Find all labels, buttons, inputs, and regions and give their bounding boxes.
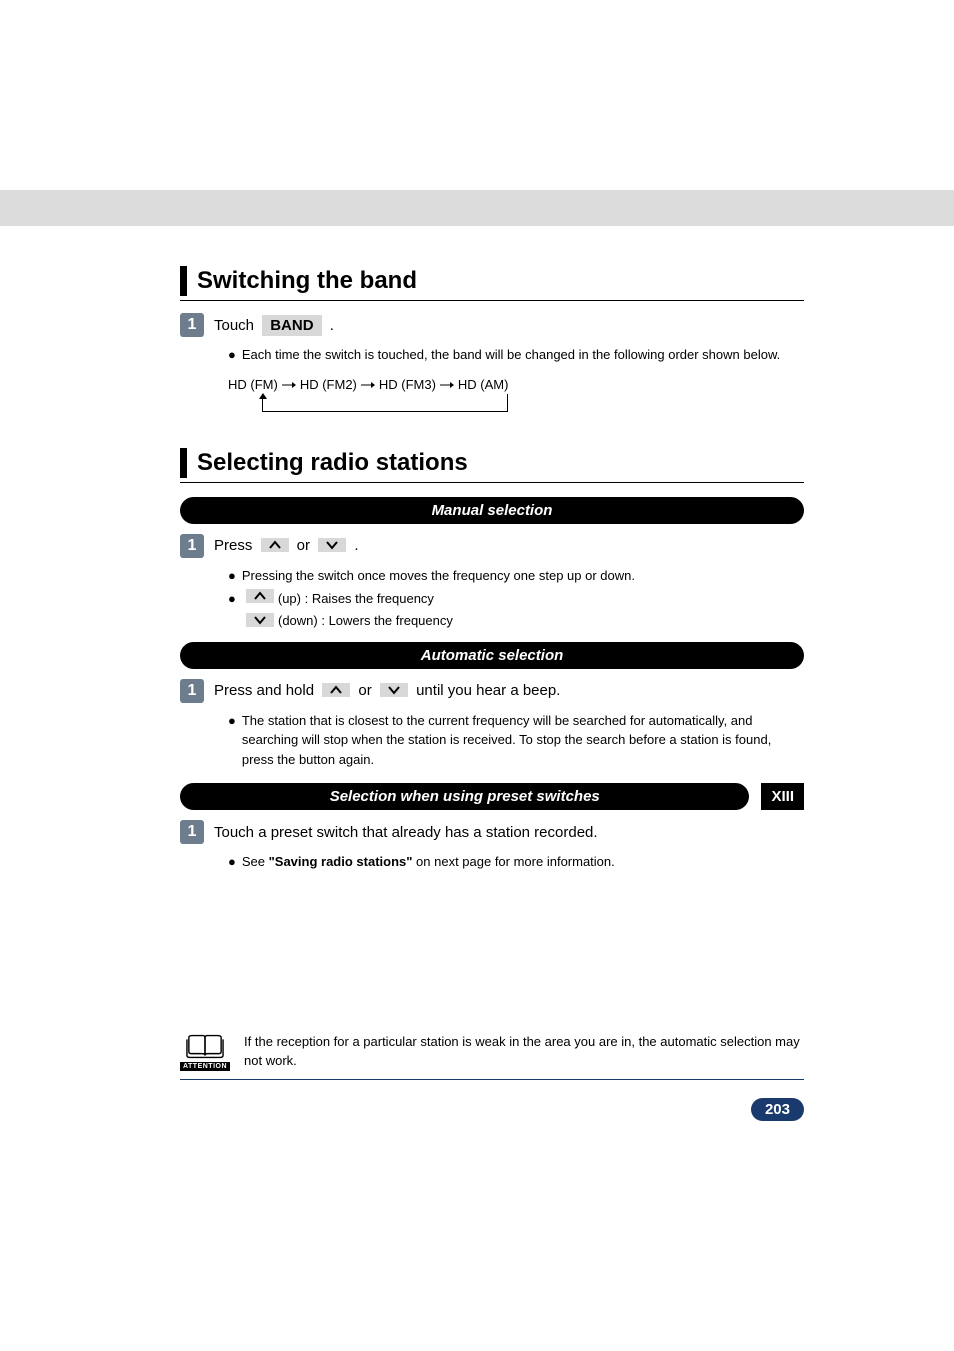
page-number-wrap: 203 xyxy=(180,1098,804,1121)
page-content: Switching the band 1 Touch BAND . ● Each… xyxy=(0,226,954,1121)
bullet-text: Each time the switch is touched, the ban… xyxy=(242,345,780,365)
chevron-down-icon[interactable] xyxy=(380,683,408,697)
bullet-suffix: on next page for more information. xyxy=(412,854,614,869)
step-text: Press and hold or until you hear a beep. xyxy=(214,682,560,699)
chevron-down-icon[interactable] xyxy=(318,538,346,552)
step-suffix: . xyxy=(326,317,334,334)
bullet-text: Pressing the switch once moves the frequ… xyxy=(242,566,635,586)
attention-note: ATTENTION If the reception for a particu… xyxy=(180,1032,804,1080)
step-prefix: Touch xyxy=(214,317,258,334)
subsection-manual-selection: Manual selection xyxy=(180,497,804,524)
step-row-press-hold: 1 Press and hold or until you hear a bee… xyxy=(180,679,804,703)
bullet-item: ● The station that is closest to the cur… xyxy=(228,711,804,770)
bullet-prefix: See xyxy=(242,854,269,869)
step-prefix: Press xyxy=(214,537,257,554)
order-item-fm: HD (FM) xyxy=(228,377,278,392)
page-number: 203 xyxy=(751,1098,804,1121)
bullet-item: ● (up) : Raises the frequency xyxy=(228,589,804,609)
section-heading-switching-band: Switching the band xyxy=(180,266,804,301)
bullet-dot-icon: ● xyxy=(228,852,236,872)
section-heading-text: Selecting radio stations xyxy=(197,449,468,477)
bullet-dot-icon: ● xyxy=(228,566,236,586)
step-text: Press or . xyxy=(214,537,359,554)
bullet-text: See "Saving radio stations" on next page… xyxy=(242,852,615,872)
chevron-up-icon[interactable] xyxy=(261,538,289,552)
step-row-touch-preset: 1 Touch a preset switch that already has… xyxy=(180,820,804,844)
chevron-up-icon[interactable] xyxy=(322,683,350,697)
bullet-bold: "Saving radio stations" xyxy=(269,854,413,869)
sub-indent-down: (down) : Lowers the frequency xyxy=(228,613,804,628)
attention-text: If the reception for a particular statio… xyxy=(244,1032,804,1071)
step-mid: or xyxy=(354,682,376,699)
step-text: Touch BAND . xyxy=(214,315,334,336)
subsection-preset-switches: Selection when using preset switches xyxy=(180,783,749,810)
step-badge: 1 xyxy=(180,313,204,337)
band-order-diagram: HD (FM) HD (FM2) HD (FM3) HD (AM) xyxy=(228,377,804,412)
book-icon xyxy=(186,1032,224,1060)
chapter-tab: XIII xyxy=(761,783,804,810)
bullet-list: ● Pressing the switch once moves the fre… xyxy=(228,566,804,609)
chevron-down-icon xyxy=(246,613,274,627)
chevron-up-icon xyxy=(246,589,274,603)
section-heading-bar xyxy=(180,448,187,478)
bullet-text: The station that is closest to the curre… xyxy=(242,711,804,770)
attention-label: ATTENTION xyxy=(180,1062,230,1071)
attention-icon-wrap: ATTENTION xyxy=(180,1032,230,1071)
bullet-dot-icon: ● xyxy=(228,711,236,731)
header-gray-bar xyxy=(0,190,954,226)
bullet-item: ● Pressing the switch once moves the fre… xyxy=(228,566,804,586)
step-row-touch-band: 1 Touch BAND . xyxy=(180,313,804,337)
order-item-am: HD (AM) xyxy=(458,377,509,392)
section-heading-text: Switching the band xyxy=(197,267,417,295)
step-suffix: . xyxy=(350,537,358,554)
step-mid: or xyxy=(293,537,315,554)
bullet-list: ● See "Saving radio stations" on next pa… xyxy=(228,852,804,872)
section-heading-selecting-stations: Selecting radio stations xyxy=(180,448,804,483)
order-row: HD (FM) HD (FM2) HD (FM3) HD (AM) xyxy=(228,377,804,392)
arrow-right-icon xyxy=(282,377,296,392)
section-heading-bar xyxy=(180,266,187,296)
order-item-fm2: HD (FM2) xyxy=(300,377,357,392)
bullet-text: (up) : Raises the frequency xyxy=(278,589,434,609)
order-return-line xyxy=(262,394,508,412)
step-suffix: until you hear a beep. xyxy=(412,682,560,699)
subsection-automatic-selection: Automatic selection xyxy=(180,642,804,669)
step-prefix: Press and hold xyxy=(214,682,318,699)
step-badge: 1 xyxy=(180,679,204,703)
bullet-list: ● The station that is closest to the cur… xyxy=(228,711,804,770)
step-badge: 1 xyxy=(180,820,204,844)
bullet-item: ● See "Saving radio stations" on next pa… xyxy=(228,852,804,872)
step-row-press-up-down: 1 Press or . xyxy=(180,534,804,558)
band-button-label[interactable]: BAND xyxy=(262,315,321,336)
step-badge: 1 xyxy=(180,534,204,558)
down-text: (down) : Lowers the frequency xyxy=(278,613,453,628)
bullet-list: ● Each time the switch is touched, the b… xyxy=(228,345,804,365)
bullet-dot-icon: ● xyxy=(228,589,236,609)
bullet-item: ● Each time the switch is touched, the b… xyxy=(228,345,804,365)
arrow-right-icon xyxy=(440,377,454,392)
bullet-dot-icon: ● xyxy=(228,345,236,365)
order-item-fm3: HD (FM3) xyxy=(379,377,436,392)
arrow-right-icon xyxy=(361,377,375,392)
step-text: Touch a preset switch that already has a… xyxy=(214,824,598,841)
subsection-preset-switches-row: Selection when using preset switches XII… xyxy=(180,783,804,810)
